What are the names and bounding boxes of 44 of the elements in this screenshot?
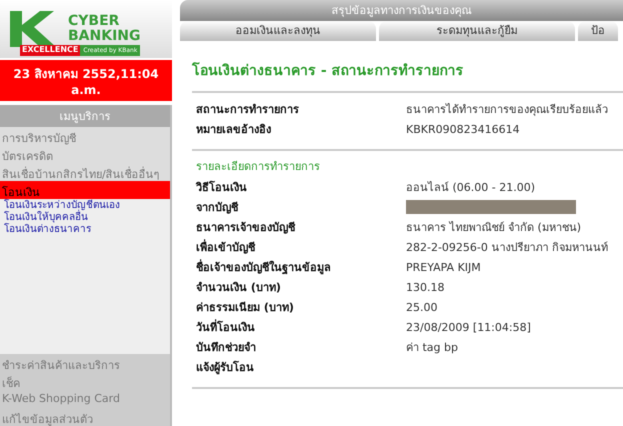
status-label: สถานะการทำรายการ (196, 102, 300, 118)
detail-value: ค่า tag bp (406, 340, 459, 356)
logo-tagline: EXCELLENCE (20, 45, 80, 56)
logo-title: CYBER (68, 14, 120, 29)
menu-header: เมนูบริการ (0, 105, 170, 127)
submenu-link[interactable]: โอนเงินต่างธนาคาร (4, 224, 166, 236)
detail-label: เพื่อเข้าบัญชี (196, 238, 256, 256)
detail-label: จากบัญชี (196, 200, 240, 216)
detail-label: จำนวนเงิน (บาท) (196, 280, 282, 296)
detail-label: บันทึกช่วยจำ (196, 340, 257, 356)
status-value: ธนาคารได้ทำรายการของคุณเรียบร้อยแล้ว (406, 102, 609, 118)
detail-label: ชื่อเจ้าของบัญชีในฐานข้อมูล (196, 258, 332, 276)
summary-tab[interactable]: สรุปข้อมูลทางการเงินของคุณ (180, 0, 623, 21)
nav-tab[interactable]: ป้อ (578, 21, 618, 41)
logo-subtitle: BANKING (68, 29, 140, 44)
detail-value: 23/08/2009 [11:04:58] (406, 320, 532, 334)
detail-value: 130.18 (406, 280, 446, 294)
submenu-link[interactable]: โอนเงินให้บุคคลอื่น (4, 212, 166, 224)
detail-label: ธนาคารเจ้าของบัญชี (196, 220, 296, 236)
menu-item[interactable]: แก้ไขข้อมูลส่วนตัว (0, 408, 170, 426)
menu-item[interactable]: เช็ค (0, 372, 170, 390)
menu-item[interactable]: ชำระค่าสินค้าและบริการ (0, 354, 170, 372)
menu-item[interactable]: สินเชื่อบ้านกสิกรไทย/สินเชื่ออื่นๆ (0, 163, 170, 181)
date-time: 23 สิงหาคม 2552,11:04 a.m. (0, 60, 172, 101)
nav-tab[interactable]: ระดมทุนและกู้ยืม (379, 21, 575, 41)
detail-label: แจ้งผู้รับโอน (196, 360, 255, 376)
section-title: รายละเอียดการทำรายการ (195, 159, 321, 175)
detail-value: 25.00 (406, 300, 438, 314)
detail-label: ค่าธรรมเนียม (บาท) (196, 300, 295, 316)
menu-item[interactable]: โอนเงิน (0, 181, 170, 199)
detail-label: วิธีโอนเงิน (196, 180, 248, 196)
page-title: โอนเงินต่างธนาคาร - สถานะการทำรายการ (192, 61, 465, 81)
detail-value: ออนไลน์ (06.00 - 21.00) (406, 180, 536, 196)
detail-value: PREYAPA KIJM (406, 260, 482, 274)
detail-label: วันที่โอนเงิน (196, 318, 256, 336)
menu-item[interactable]: บัตรเครดิต (0, 145, 170, 163)
nav-tab[interactable]: ออมเงินและลงทุน (180, 21, 376, 41)
submenu-link[interactable]: โอนเงินระหว่างบัญชีตนเอง (4, 200, 166, 212)
status-label: หมายเลขอ้างอิง (196, 122, 272, 138)
status-value: KBKR090823416614 (406, 122, 521, 136)
detail-value: ธนาคาร ไทยพาณิชย์ จำกัด (มหาชน) (406, 220, 582, 236)
menu-item[interactable]: K-Web Shopping Card (0, 390, 170, 408)
detail-value: 282-2-09256-0 นางปรียาภา กิจมหานนท์ (406, 240, 609, 256)
menu-item[interactable]: การบริหารบัญชี (0, 127, 170, 145)
